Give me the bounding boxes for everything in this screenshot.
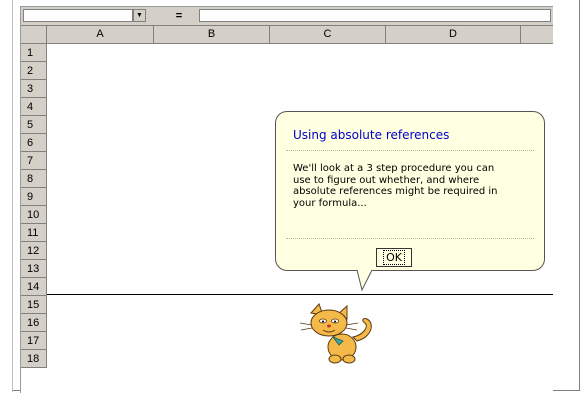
row-header-6[interactable]: 6 — [21, 134, 47, 152]
row-header-17[interactable]: 17 — [21, 332, 47, 350]
column-header-a[interactable]: A — [47, 26, 154, 43]
row-header-11[interactable]: 11 — [21, 224, 47, 242]
row-header-16[interactable]: 16 — [21, 314, 47, 332]
row-header-5[interactable]: 5 — [21, 116, 47, 134]
row-header-18[interactable]: 18 — [21, 350, 47, 368]
column-header-d[interactable]: D — [386, 26, 521, 43]
row-header-7[interactable]: 7 — [21, 152, 47, 170]
left-pane — [0, 0, 13, 392]
row-header-1[interactable]: 1 — [21, 44, 47, 62]
balloon-divider — [286, 150, 534, 151]
column-header-c[interactable]: C — [270, 26, 386, 43]
column-headers: A B C D — [21, 26, 553, 44]
select-all-button[interactable] — [21, 26, 47, 43]
ok-button-label: OK — [383, 250, 405, 265]
chevron-down-icon: ▼ — [136, 12, 143, 19]
row-header-8[interactable]: 8 — [21, 170, 47, 188]
page-break-line — [47, 294, 553, 295]
row-header-9[interactable]: 9 — [21, 188, 47, 206]
row-header-14[interactable]: 14 — [21, 278, 47, 296]
row-header-2[interactable]: 2 — [21, 62, 47, 80]
balloon-divider — [286, 238, 534, 239]
insert-function-button[interactable]: = — [161, 9, 197, 22]
row-header-10[interactable]: 10 — [21, 206, 47, 224]
formula-bar: ▼ = — [21, 7, 553, 26]
cat-icon[interactable] — [297, 301, 382, 366]
formula-input[interactable] — [199, 9, 551, 22]
name-box-dropdown-button[interactable]: ▼ — [133, 9, 146, 22]
row-header-15[interactable]: 15 — [21, 296, 47, 314]
row-header-3[interactable]: 3 — [21, 80, 47, 98]
name-box[interactable] — [23, 9, 133, 22]
assistant-balloon: Using absolute references We'll look at … — [275, 111, 545, 271]
row-header-12[interactable]: 12 — [21, 242, 47, 260]
ok-button[interactable]: OK — [376, 248, 412, 267]
column-header-b[interactable]: B — [154, 26, 270, 43]
row-header-4[interactable]: 4 — [21, 98, 47, 116]
row-header-13[interactable]: 13 — [21, 260, 47, 278]
balloon-title: Using absolute references — [293, 128, 450, 142]
balloon-message: We'll look at a 3 step procedure you can… — [293, 163, 498, 209]
balloon-tail — [356, 270, 373, 292]
